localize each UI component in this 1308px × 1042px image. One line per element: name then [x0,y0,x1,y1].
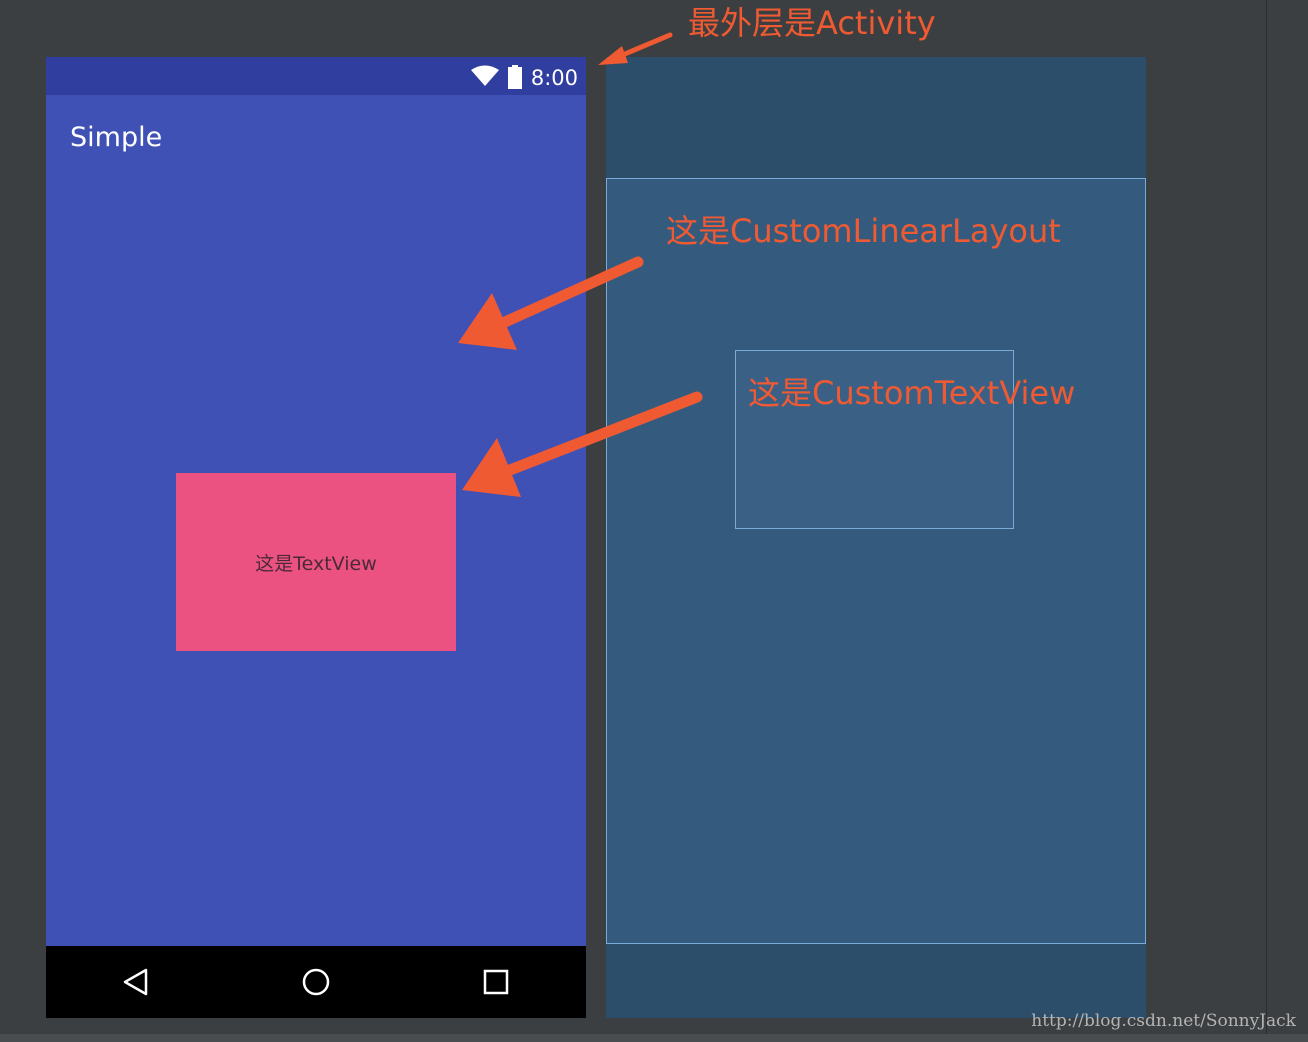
phone-design-preview[interactable]: 8:00 Simple 这是TextView [46,57,586,1018]
wifi-icon [471,65,499,86]
navigation-bar [46,946,586,1018]
recents-icon [483,969,509,995]
custom-text-view[interactable]: 这是TextView [176,473,456,651]
back-icon [123,968,148,996]
status-bar: 8:00 [46,57,586,95]
textview-label: 这是TextView [255,552,377,575]
annotation-custom-linear-layout: 这是CustomLinearLayout [666,212,1061,250]
blueprint-custom-linear-layout[interactable] [606,178,1146,944]
blueprint-preview[interactable] [606,57,1146,1018]
annotation-custom-text-view: 这是CustomTextView [748,374,1076,412]
bottom-scrollbar-track[interactable] [0,1034,1308,1042]
design-editor-canvas: 8:00 Simple 这是TextView 最外层是Activity 这是Cu… [0,0,1308,1042]
watermark: http://blog.csdn.net/SonnyJack [1031,1011,1296,1031]
status-time: 8:00 [530,66,578,90]
recents-button[interactable] [472,958,520,1006]
app-bar-title: Simple [70,122,163,153]
home-button[interactable] [292,958,340,1006]
home-icon [302,968,330,996]
panel-divider [1266,0,1267,1042]
annotation-activity: 最外层是Activity [688,4,936,42]
battery-icon [508,65,522,89]
back-button[interactable] [112,958,160,1006]
